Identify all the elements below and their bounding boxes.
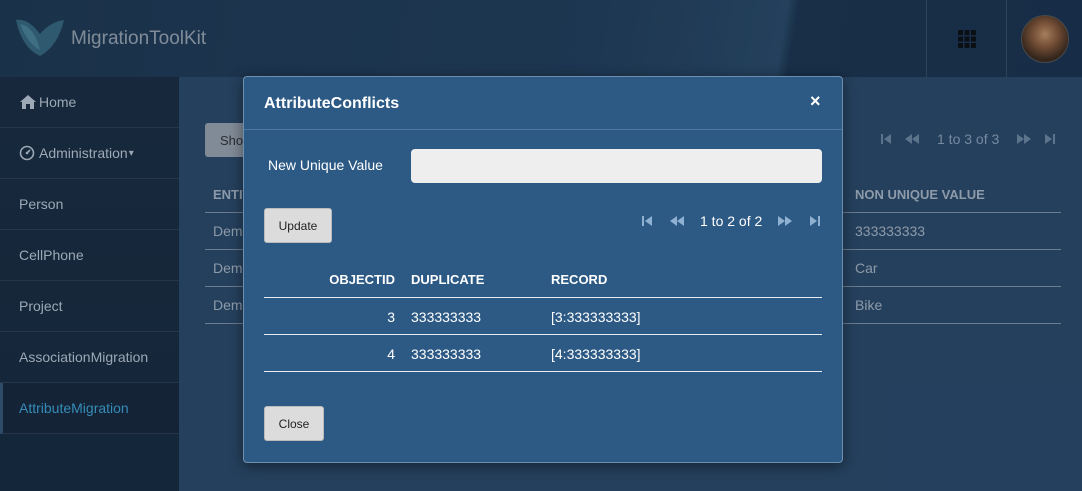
column-header-objectid[interactable]: OBJECTID bbox=[329, 272, 395, 287]
dialog-pager: 1 to 2 of 2 bbox=[632, 213, 830, 229]
attribute-conflicts-dialog: AttributeConflicts × New Unique Value Up… bbox=[243, 76, 843, 463]
record-cell: [3:333333333] bbox=[551, 309, 641, 325]
table-header-row: OBJECTID DUPLICATE RECORD bbox=[264, 261, 822, 298]
update-button[interactable]: Update bbox=[264, 208, 332, 243]
close-icon[interactable]: × bbox=[810, 91, 821, 112]
dialog-header: AttributeConflicts × bbox=[244, 77, 842, 130]
record-cell: [4:333333333] bbox=[551, 346, 641, 362]
table-row[interactable]: 4 333333333 [4:333333333] bbox=[264, 335, 822, 372]
table-row[interactable]: 3 333333333 [3:333333333] bbox=[264, 298, 822, 335]
objectid-cell: 3 bbox=[387, 309, 395, 325]
last-page-icon[interactable] bbox=[800, 216, 830, 226]
next-page-icon[interactable] bbox=[770, 216, 800, 226]
previous-page-icon[interactable] bbox=[662, 216, 692, 226]
duplicate-cell: 333333333 bbox=[411, 346, 482, 362]
new-unique-value-input[interactable] bbox=[411, 149, 822, 183]
column-header-record[interactable]: RECORD bbox=[551, 272, 607, 287]
column-header-duplicate[interactable]: DUPLICATE bbox=[411, 272, 484, 287]
dialog-title: AttributeConflicts bbox=[264, 95, 400, 112]
duplicate-cell: 333333333 bbox=[411, 309, 482, 325]
conflicts-table: OBJECTID DUPLICATE RECORD 3 333333333 [3… bbox=[264, 261, 822, 372]
first-page-icon[interactable] bbox=[632, 216, 662, 226]
close-button[interactable]: Close bbox=[264, 406, 324, 441]
pager-status: 1 to 2 of 2 bbox=[700, 213, 763, 229]
new-unique-value-label: New Unique Value bbox=[268, 157, 383, 173]
objectid-cell: 4 bbox=[387, 346, 395, 362]
